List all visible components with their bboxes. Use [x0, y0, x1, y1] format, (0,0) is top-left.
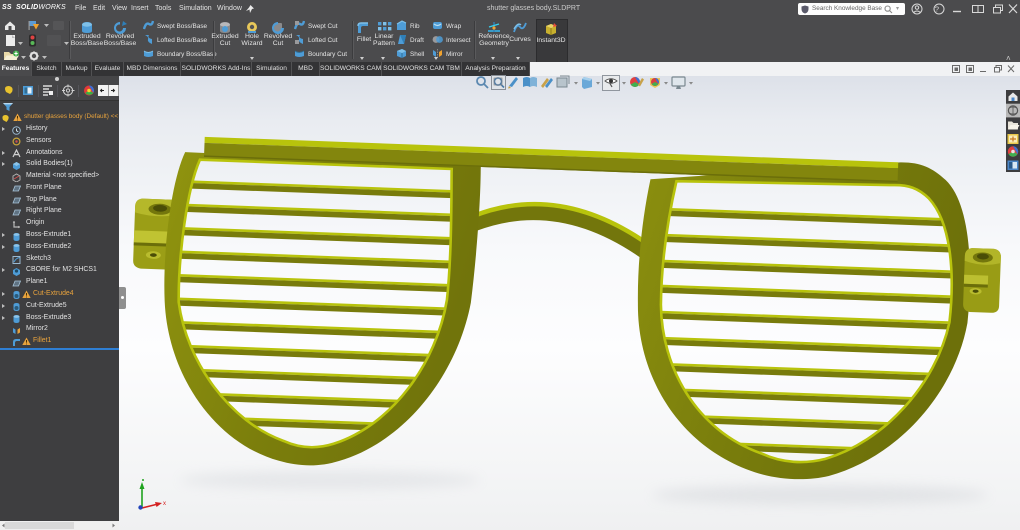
svg-text:?: ?	[935, 5, 939, 14]
svg-text:x: x	[163, 501, 166, 507]
